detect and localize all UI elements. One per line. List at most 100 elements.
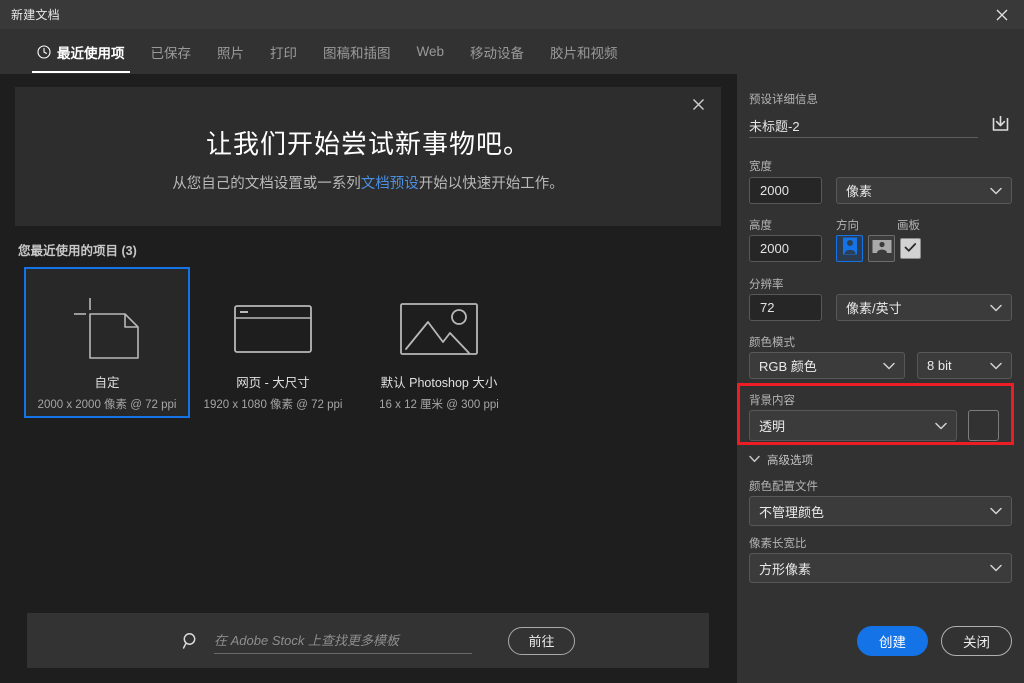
background-contents-label: 背景内容 xyxy=(749,395,795,407)
advanced-options-label: 高级选项 xyxy=(767,455,813,467)
color-mode-label: 颜色模式 xyxy=(749,337,795,349)
width-unit-value: 像素 xyxy=(846,184,873,199)
preset-card-spec: 1920 x 1080 像素 @ 72 ppi xyxy=(203,399,343,411)
recent-items-heading: 您最近使用的项目 (3) xyxy=(18,244,137,258)
window-titlebar: 新建文档 xyxy=(0,0,1024,29)
orientation-landscape-button[interactable] xyxy=(868,235,895,262)
photo-image-icon xyxy=(397,292,481,364)
banner-subtitle-prefix: 从您自己的文档设置或一系列 xyxy=(172,176,361,192)
chevron-down-icon xyxy=(990,507,1002,515)
chevron-down-icon xyxy=(749,454,760,466)
resolution-label: 分辨率 xyxy=(749,279,784,291)
pixel-aspect-value: 方形像素 xyxy=(759,561,812,577)
dialog-action-buttons: 创建 关闭 xyxy=(749,626,1012,656)
color-mode-select[interactable]: RGB 颜色 xyxy=(749,352,905,379)
resolution-unit-value: 像素/英寸 xyxy=(846,301,902,316)
new-document-dialog: 新建文档 最近使用项 已保存 照片 打印 图稿和插图 Web 移动设备 胶片和视… xyxy=(0,0,1024,683)
color-profile-select[interactable]: 不管理颜色 xyxy=(749,496,1012,526)
preset-card-default-photoshop[interactable]: 默认 Photoshop 大小 16 x 12 厘米 @ 300 ppi xyxy=(356,267,522,418)
chevron-down-icon xyxy=(990,304,1002,312)
tab-saved[interactable]: 已保存 xyxy=(138,29,205,74)
preset-details-sidebar: 预设详细信息 宽度 像素 xyxy=(737,74,1024,683)
tab-label: 移动设备 xyxy=(470,45,525,61)
background-contents-value: 透明 xyxy=(759,419,786,434)
width-label: 宽度 xyxy=(749,161,772,173)
chevron-down-icon xyxy=(990,362,1002,370)
document-presets-link[interactable]: 文档预设 xyxy=(361,176,419,192)
clock-icon xyxy=(37,44,51,59)
preset-card-name: 网页 - 大尺寸 xyxy=(236,376,310,390)
color-depth-select[interactable]: 8 bit xyxy=(917,352,1012,379)
banner-subtitle-suffix: 开始以快速开始工作。 xyxy=(418,176,564,192)
adobe-stock-search-bar: 前往 xyxy=(27,613,709,668)
width-input[interactable] xyxy=(749,177,822,204)
check-icon xyxy=(904,240,917,258)
tab-recent[interactable]: 最近使用项 xyxy=(24,29,138,74)
save-preset-button[interactable] xyxy=(988,114,1012,138)
artboard-label: 画板 xyxy=(897,220,920,232)
category-tabbar: 最近使用项 已保存 照片 打印 图稿和插图 Web 移动设备 胶片和视频 xyxy=(0,29,1024,74)
color-profile-value: 不管理颜色 xyxy=(759,504,825,520)
artboard-checkbox[interactable] xyxy=(900,238,921,259)
width-unit-select[interactable]: 像素 xyxy=(836,177,1012,204)
chevron-down-icon xyxy=(935,422,947,430)
main-content-area: 让我们开始尝试新事物吧。 从您自己的文档设置或一系列文档预设开始以快速开始工作。… xyxy=(0,74,737,683)
preset-details-heading: 预设详细信息 xyxy=(749,94,818,106)
pixel-aspect-label: 像素长宽比 xyxy=(749,538,807,550)
tab-label: 图稿和插图 xyxy=(323,45,391,61)
preset-card-name: 默认 Photoshop 大小 xyxy=(380,376,498,390)
recent-preset-list: 自定 2000 x 2000 像素 @ 72 ppi 网页 - 大尺寸 1920… xyxy=(24,267,522,418)
tab-label: 打印 xyxy=(270,45,297,61)
orientation-portrait-button[interactable] xyxy=(836,235,863,262)
browser-window-icon xyxy=(231,292,315,364)
preset-name-row xyxy=(749,113,1012,138)
banner-close-button[interactable] xyxy=(687,96,709,118)
window-close-button[interactable] xyxy=(980,0,1024,29)
save-download-icon xyxy=(990,113,1011,139)
chevron-down-icon xyxy=(990,187,1002,195)
preset-card-web-large[interactable]: 网页 - 大尺寸 1920 x 1080 像素 @ 72 ppi xyxy=(190,267,356,418)
portrait-orientation-icon xyxy=(841,236,859,261)
tab-mobile[interactable]: 移动设备 xyxy=(457,29,537,74)
create-button[interactable]: 创建 xyxy=(857,626,928,656)
tab-label: 照片 xyxy=(217,45,244,61)
tab-label: Web xyxy=(416,44,445,59)
search-icon xyxy=(182,632,200,650)
banner-title: 让我们开始尝试新事物吧。 xyxy=(205,129,530,159)
landscape-orientation-icon xyxy=(871,238,893,260)
background-contents-select[interactable]: 透明 xyxy=(749,410,957,441)
custom-page-icon xyxy=(68,292,146,364)
background-color-swatch[interactable] xyxy=(968,410,999,441)
preset-name-input[interactable] xyxy=(749,113,978,138)
tab-label: 胶片和视频 xyxy=(550,45,618,61)
preset-card-custom[interactable]: 自定 2000 x 2000 像素 @ 72 ppi xyxy=(24,267,190,418)
tab-print[interactable]: 打印 xyxy=(257,29,310,74)
chevron-down-icon xyxy=(990,564,1002,572)
tab-art-illustration[interactable]: 图稿和插图 xyxy=(310,29,404,74)
close-button[interactable]: 关闭 xyxy=(941,626,1012,656)
color-mode-value: RGB 颜色 xyxy=(759,359,817,374)
color-profile-label: 颜色配置文件 xyxy=(749,481,818,493)
tab-web[interactable]: Web xyxy=(404,29,458,74)
stock-search-input[interactable] xyxy=(214,627,472,654)
tab-photo[interactable]: 照片 xyxy=(204,29,257,74)
tab-film-video[interactable]: 胶片和视频 xyxy=(537,29,631,74)
tab-label: 已保存 xyxy=(150,45,192,61)
orientation-label: 方向 xyxy=(836,220,859,232)
width-label-wrap: 宽度 xyxy=(749,158,772,179)
close-icon xyxy=(692,98,705,116)
tab-label: 最近使用项 xyxy=(57,45,125,61)
height-input[interactable] xyxy=(749,235,822,262)
close-icon xyxy=(996,9,1008,21)
height-label: 高度 xyxy=(749,220,772,232)
color-depth-value: 8 bit xyxy=(927,358,952,373)
preset-card-name: 自定 xyxy=(94,376,120,390)
pixel-aspect-select[interactable]: 方形像素 xyxy=(749,553,1012,583)
stock-go-button[interactable]: 前往 xyxy=(508,626,575,655)
resolution-unit-select[interactable]: 像素/英寸 xyxy=(836,294,1012,321)
resolution-input[interactable] xyxy=(749,294,822,321)
window-title: 新建文档 xyxy=(11,8,60,22)
preset-card-spec: 2000 x 2000 像素 @ 72 ppi xyxy=(37,399,177,411)
advanced-options-toggle[interactable]: 高级选项 xyxy=(749,452,813,468)
banner-subtitle: 从您自己的文档设置或一系列文档预设开始以快速开始工作。 xyxy=(15,172,721,193)
